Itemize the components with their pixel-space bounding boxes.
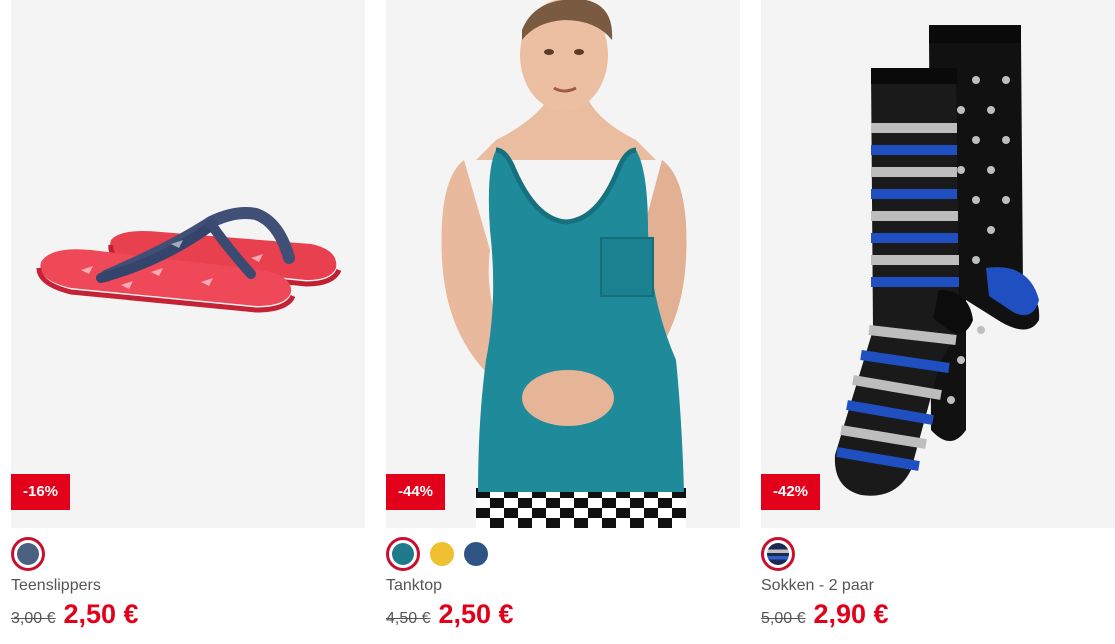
product-image[interactable] xyxy=(386,0,740,528)
flip-flops-image xyxy=(36,207,342,313)
discount-badge: -44% xyxy=(386,474,446,510)
product-image[interactable] xyxy=(761,0,1115,528)
color-swatch-selected[interactable] xyxy=(11,537,45,571)
discount-badge: -42% xyxy=(761,474,821,510)
discount-badge: -16% xyxy=(11,474,71,510)
price-row: 4,50 € 2,50 € xyxy=(386,599,514,630)
old-price: 4,50 € xyxy=(386,610,431,627)
color-swatch-blue[interactable] xyxy=(464,542,488,566)
sale-price: 2,90 € xyxy=(813,599,889,629)
product-card-tanktop[interactable]: -44% Tanktop 4,50 € 2,50 € xyxy=(386,0,740,644)
color-swatch-selected[interactable] xyxy=(761,537,795,571)
product-card-sokken[interactable]: -42% Sokken - 2 paar 5,00 € 2,90 € xyxy=(761,0,1115,644)
old-price: 5,00 € xyxy=(761,610,806,627)
price-row: 5,00 € 2,90 € xyxy=(761,599,889,630)
sale-price: 2,50 € xyxy=(438,599,514,629)
product-image[interactable] xyxy=(11,0,365,528)
sale-price: 2,50 € xyxy=(63,599,139,629)
color-swatches xyxy=(11,537,45,571)
product-name[interactable]: Sokken - 2 paar xyxy=(761,577,874,595)
color-swatches xyxy=(386,537,488,571)
color-swatch-yellow[interactable] xyxy=(430,542,454,566)
product-name[interactable]: Tanktop xyxy=(386,577,442,595)
product-card-teenslippers[interactable]: -16% Teenslippers 3,00 € 2,50 € xyxy=(11,0,365,644)
color-dot xyxy=(767,543,789,565)
color-dot xyxy=(17,543,39,565)
color-dot xyxy=(392,543,414,565)
price-row: 3,00 € 2,50 € xyxy=(11,599,139,630)
old-price: 3,00 € xyxy=(11,610,56,627)
product-grid: -16% Teenslippers 3,00 € 2,50 € -44% Tan… xyxy=(0,0,1115,644)
product-name[interactable]: Teenslippers xyxy=(11,577,101,595)
socks-image xyxy=(834,25,1040,496)
color-swatches xyxy=(761,537,795,571)
color-swatch-selected[interactable] xyxy=(386,537,420,571)
tanktop-model-image xyxy=(441,0,687,528)
